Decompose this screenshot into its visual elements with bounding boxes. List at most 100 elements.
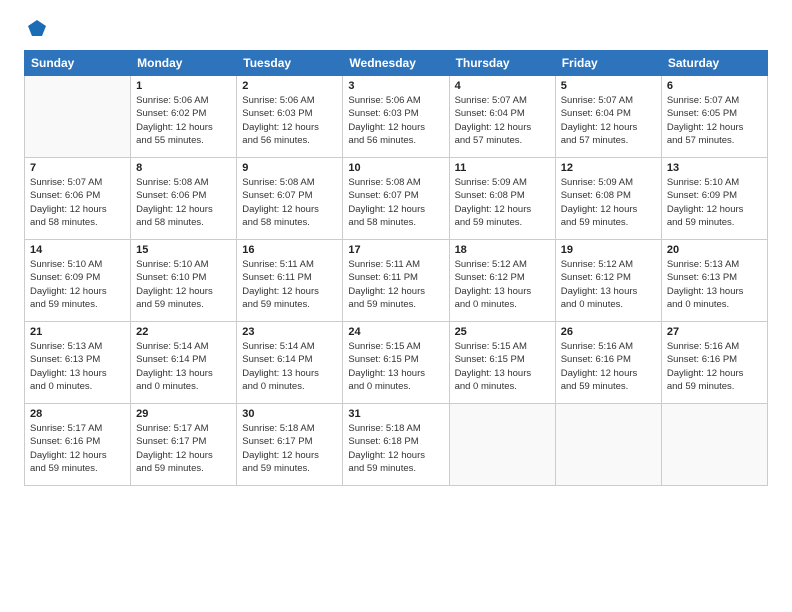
day-number: 23: [242, 326, 337, 338]
day-number: 4: [455, 80, 550, 92]
day-detail: Sunrise: 5:15 AM Sunset: 6:15 PM Dayligh…: [455, 340, 550, 393]
calendar-cell: 7 Sunrise: 5:07 AM Sunset: 6:06 PM Daylig…: [25, 158, 131, 240]
day-detail: Sunrise: 5:08 AM Sunset: 6:07 PM Dayligh…: [242, 176, 337, 229]
calendar-cell: 13 Sunrise: 5:10 AM Sunset: 6:09 PM Dayli…: [661, 158, 767, 240]
calendar-cell: 22 Sunrise: 5:14 AM Sunset: 6:14 PM Dayli…: [131, 322, 237, 404]
day-of-week-header: Monday: [131, 51, 237, 76]
day-detail: Sunrise: 5:16 AM Sunset: 6:16 PM Dayligh…: [667, 340, 762, 393]
calendar-cell: 28 Sunrise: 5:17 AM Sunset: 6:16 PM Dayli…: [25, 404, 131, 486]
day-detail: Sunrise: 5:11 AM Sunset: 6:11 PM Dayligh…: [242, 258, 337, 311]
day-detail: Sunrise: 5:06 AM Sunset: 6:03 PM Dayligh…: [348, 94, 443, 147]
day-detail: Sunrise: 5:14 AM Sunset: 6:14 PM Dayligh…: [242, 340, 337, 393]
day-detail: Sunrise: 5:09 AM Sunset: 6:08 PM Dayligh…: [561, 176, 656, 229]
calendar-cell: 17 Sunrise: 5:11 AM Sunset: 6:11 PM Dayli…: [343, 240, 449, 322]
day-number: 29: [136, 408, 231, 420]
calendar-cell: 21 Sunrise: 5:13 AM Sunset: 6:13 PM Dayli…: [25, 322, 131, 404]
logo-text: [24, 18, 48, 40]
day-detail: Sunrise: 5:15 AM Sunset: 6:15 PM Dayligh…: [348, 340, 443, 393]
calendar-week-row: 1Sunrise: 5:06 AM Sunset: 6:02 PM Daylig…: [25, 76, 768, 158]
calendar: SundayMondayTuesdayWednesdayThursdayFrid…: [24, 50, 768, 486]
calendar-cell: [25, 76, 131, 158]
day-of-week-header: Wednesday: [343, 51, 449, 76]
day-detail: Sunrise: 5:07 AM Sunset: 6:06 PM Dayligh…: [30, 176, 125, 229]
day-detail: Sunrise: 5:17 AM Sunset: 6:16 PM Dayligh…: [30, 422, 125, 475]
logo: [24, 18, 48, 40]
day-number: 26: [561, 326, 656, 338]
calendar-cell: 16 Sunrise: 5:11 AM Sunset: 6:11 PM Dayli…: [237, 240, 343, 322]
day-detail: Sunrise: 5:13 AM Sunset: 6:13 PM Dayligh…: [30, 340, 125, 393]
day-detail: Sunrise: 5:12 AM Sunset: 6:12 PM Dayligh…: [455, 258, 550, 311]
day-number: 31: [348, 408, 443, 420]
day-number: 28: [30, 408, 125, 420]
day-number: 12: [561, 162, 656, 174]
day-detail: Sunrise: 5:10 AM Sunset: 6:10 PM Dayligh…: [136, 258, 231, 311]
calendar-cell: [449, 404, 555, 486]
day-number: 8: [136, 162, 231, 174]
day-number: 25: [455, 326, 550, 338]
calendar-cell: [555, 404, 661, 486]
calendar-cell: 25 Sunrise: 5:15 AM Sunset: 6:15 PM Dayli…: [449, 322, 555, 404]
day-number: 10: [348, 162, 443, 174]
calendar-cell: 18 Sunrise: 5:12 AM Sunset: 6:12 PM Dayli…: [449, 240, 555, 322]
day-detail: Sunrise: 5:12 AM Sunset: 6:12 PM Dayligh…: [561, 258, 656, 311]
calendar-cell: 14Sunrise: 5:10 AM Sunset: 6:09 PM Dayli…: [25, 240, 131, 322]
day-detail: Sunrise: 5:13 AM Sunset: 6:13 PM Dayligh…: [667, 258, 762, 311]
day-of-week-header: Saturday: [661, 51, 767, 76]
calendar-cell: 3 Sunrise: 5:06 AM Sunset: 6:03 PM Daylig…: [343, 76, 449, 158]
day-number: 7: [30, 162, 125, 174]
calendar-cell: 30 Sunrise: 5:18 AM Sunset: 6:17 PM Dayli…: [237, 404, 343, 486]
calendar-week-row: 21 Sunrise: 5:13 AM Sunset: 6:13 PM Dayli…: [25, 322, 768, 404]
day-number: 20: [667, 244, 762, 256]
day-of-week-header: Tuesday: [237, 51, 343, 76]
day-detail: Sunrise: 5:06 AM Sunset: 6:02 PM Dayligh…: [136, 94, 231, 147]
day-number: 17: [348, 244, 443, 256]
calendar-header-row: SundayMondayTuesdayWednesdayThursdayFrid…: [25, 51, 768, 76]
day-detail: Sunrise: 5:09 AM Sunset: 6:08 PM Dayligh…: [455, 176, 550, 229]
day-detail: Sunrise: 5:11 AM Sunset: 6:11 PM Dayligh…: [348, 258, 443, 311]
calendar-cell: 4 Sunrise: 5:07 AM Sunset: 6:04 PM Daylig…: [449, 76, 555, 158]
calendar-cell: 19 Sunrise: 5:12 AM Sunset: 6:12 PM Dayli…: [555, 240, 661, 322]
day-number: 15: [136, 244, 231, 256]
day-number: 22: [136, 326, 231, 338]
calendar-cell: 15 Sunrise: 5:10 AM Sunset: 6:10 PM Dayli…: [131, 240, 237, 322]
day-number: 3: [348, 80, 443, 92]
day-detail: Sunrise: 5:07 AM Sunset: 6:05 PM Dayligh…: [667, 94, 762, 147]
day-detail: Sunrise: 5:18 AM Sunset: 6:17 PM Dayligh…: [242, 422, 337, 475]
day-detail: Sunrise: 5:18 AM Sunset: 6:18 PM Dayligh…: [348, 422, 443, 475]
header: [24, 18, 768, 40]
day-number: 24: [348, 326, 443, 338]
calendar-cell: 29Sunrise: 5:17 AM Sunset: 6:17 PM Dayli…: [131, 404, 237, 486]
day-number: 21: [30, 326, 125, 338]
day-number: 5: [561, 80, 656, 92]
day-detail: Sunrise: 5:10 AM Sunset: 6:09 PM Dayligh…: [30, 258, 125, 311]
day-number: 30: [242, 408, 337, 420]
day-number: 19: [561, 244, 656, 256]
calendar-cell: 12 Sunrise: 5:09 AM Sunset: 6:08 PM Dayli…: [555, 158, 661, 240]
calendar-cell: 11 Sunrise: 5:09 AM Sunset: 6:08 PM Dayli…: [449, 158, 555, 240]
calendar-cell: 10Sunrise: 5:08 AM Sunset: 6:07 PM Dayli…: [343, 158, 449, 240]
day-number: 16: [242, 244, 337, 256]
calendar-cell: 5 Sunrise: 5:07 AM Sunset: 6:04 PM Daylig…: [555, 76, 661, 158]
day-detail: Sunrise: 5:06 AM Sunset: 6:03 PM Dayligh…: [242, 94, 337, 147]
day-of-week-header: Thursday: [449, 51, 555, 76]
calendar-cell: [661, 404, 767, 486]
calendar-cell: 9 Sunrise: 5:08 AM Sunset: 6:07 PM Daylig…: [237, 158, 343, 240]
day-detail: Sunrise: 5:07 AM Sunset: 6:04 PM Dayligh…: [561, 94, 656, 147]
calendar-cell: 8 Sunrise: 5:08 AM Sunset: 6:06 PM Daylig…: [131, 158, 237, 240]
calendar-cell: 1Sunrise: 5:06 AM Sunset: 6:02 PM Daylig…: [131, 76, 237, 158]
day-detail: Sunrise: 5:10 AM Sunset: 6:09 PM Dayligh…: [667, 176, 762, 229]
day-number: 13: [667, 162, 762, 174]
logo-flag-icon: [26, 18, 48, 40]
calendar-cell: 26Sunrise: 5:16 AM Sunset: 6:16 PM Dayli…: [555, 322, 661, 404]
day-detail: Sunrise: 5:07 AM Sunset: 6:04 PM Dayligh…: [455, 94, 550, 147]
day-number: 6: [667, 80, 762, 92]
day-number: 18: [455, 244, 550, 256]
calendar-cell: 23 Sunrise: 5:14 AM Sunset: 6:14 PM Dayli…: [237, 322, 343, 404]
day-number: 11: [455, 162, 550, 174]
day-detail: Sunrise: 5:08 AM Sunset: 6:06 PM Dayligh…: [136, 176, 231, 229]
day-detail: Sunrise: 5:14 AM Sunset: 6:14 PM Dayligh…: [136, 340, 231, 393]
page: SundayMondayTuesdayWednesdayThursdayFrid…: [0, 0, 792, 612]
calendar-week-row: 7 Sunrise: 5:07 AM Sunset: 6:06 PM Daylig…: [25, 158, 768, 240]
day-number: 9: [242, 162, 337, 174]
day-number: 2: [242, 80, 337, 92]
